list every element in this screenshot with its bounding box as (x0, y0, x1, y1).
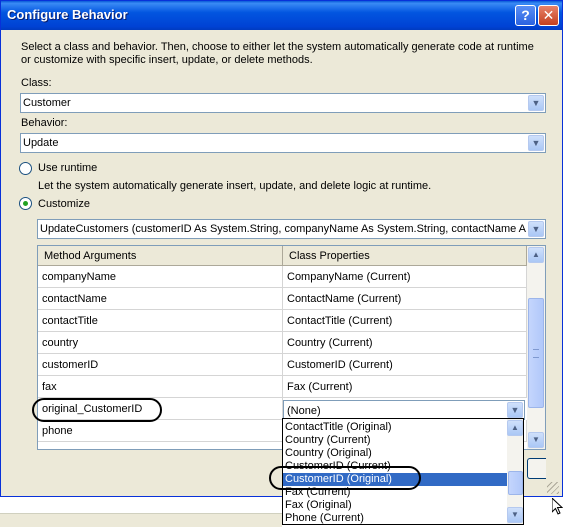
use-runtime-description: Let the system automatically generate in… (38, 180, 432, 192)
grid-argument-cell[interactable]: phone (38, 420, 283, 442)
method-select[interactable]: UpdateCustomers (customerID As System.St… (37, 219, 546, 239)
instructions-text: Select a class and behavior. Then, choos… (21, 41, 534, 66)
grid-property-cell[interactable]: Country (Current) (283, 332, 527, 354)
behavior-select[interactable]: Update ▼ (20, 133, 546, 153)
title-bar[interactable]: Configure Behavior ? ✕ (1, 1, 562, 30)
grid-property-cell[interactable]: ContactName (Current) (283, 288, 527, 310)
close-button[interactable]: ✕ (538, 5, 559, 26)
highlight-annotation (32, 398, 162, 422)
use-runtime-radio[interactable] (19, 162, 32, 175)
grid-argument-cell[interactable]: fax (38, 376, 283, 398)
class-select-value: Customer (23, 97, 71, 109)
chevron-down-icon[interactable]: ▼ (528, 221, 544, 237)
dropdown-option[interactable]: Phone (Current) (283, 512, 507, 524)
grid-vertical-scrollbar[interactable]: ▲ ▼ (527, 246, 545, 449)
class-label: Class: (21, 77, 52, 89)
grid-argument-cell[interactable]: contactName (38, 288, 283, 310)
chevron-down-icon[interactable]: ▼ (507, 507, 523, 523)
chevron-up-icon[interactable]: ▲ (507, 420, 523, 436)
dropdown-option[interactable]: Fax (Original) (283, 499, 507, 512)
grid-property-cell[interactable]: CompanyName (Current) (283, 266, 527, 288)
column-header-method-arguments[interactable]: Method Arguments (38, 246, 283, 266)
chevron-down-icon[interactable]: ▼ (528, 95, 544, 111)
dropdown-scrollbar[interactable]: ▲ ▼ (507, 419, 523, 524)
behavior-label: Behavior: (21, 117, 68, 129)
method-select-value: UpdateCustomers (customerID As System.St… (40, 223, 526, 235)
dropdown-option[interactable]: Country (Current) (283, 434, 507, 447)
grid-property-cell[interactable]: Fax (Current) (283, 376, 527, 398)
close-icon: ✕ (542, 7, 555, 23)
chevron-down-icon[interactable]: ▼ (507, 402, 523, 418)
class-property-select-value: (None) (287, 405, 321, 417)
dropdown-scroll-thumb[interactable] (508, 471, 523, 495)
grid-argument-cell[interactable]: companyName (38, 266, 283, 288)
class-select[interactable]: Customer ▼ (20, 93, 546, 113)
mouse-cursor-icon (552, 498, 563, 515)
grid-property-cell[interactable]: ContactTitle (Current) (283, 310, 527, 332)
class-property-select[interactable]: (None) ▼ (283, 400, 525, 420)
chevron-down-icon[interactable]: ▼ (528, 135, 544, 151)
grid-scroll-thumb[interactable] (528, 298, 544, 408)
dropdown-option[interactable]: Country (Original) (283, 447, 507, 460)
grid-argument-cell[interactable]: country (38, 332, 283, 354)
chevron-up-icon[interactable]: ▲ (528, 247, 544, 263)
highlight-annotation (269, 466, 421, 490)
help-icon: ? (521, 7, 530, 23)
use-runtime-label[interactable]: Use runtime (38, 162, 97, 174)
behavior-select-value: Update (23, 137, 59, 149)
grid-argument-cell[interactable]: contactTitle (38, 310, 283, 332)
resize-grip[interactable] (547, 482, 559, 494)
dropdown-option[interactable]: ContactTitle (Original) (283, 421, 507, 434)
chevron-down-icon[interactable]: ▼ (528, 432, 544, 448)
help-button[interactable]: ? (515, 5, 536, 26)
grid-property-cell[interactable]: CustomerID (Current) (283, 354, 527, 376)
background-bar (0, 513, 282, 527)
grid-argument-cell[interactable]: customerID (38, 354, 283, 376)
ok-button[interactable] (527, 458, 546, 479)
customize-label[interactable]: Customize (38, 198, 90, 210)
customize-radio[interactable] (19, 197, 32, 210)
column-header-class-properties[interactable]: Class Properties (283, 246, 527, 266)
dialog-title: Configure Behavior (7, 7, 128, 22)
